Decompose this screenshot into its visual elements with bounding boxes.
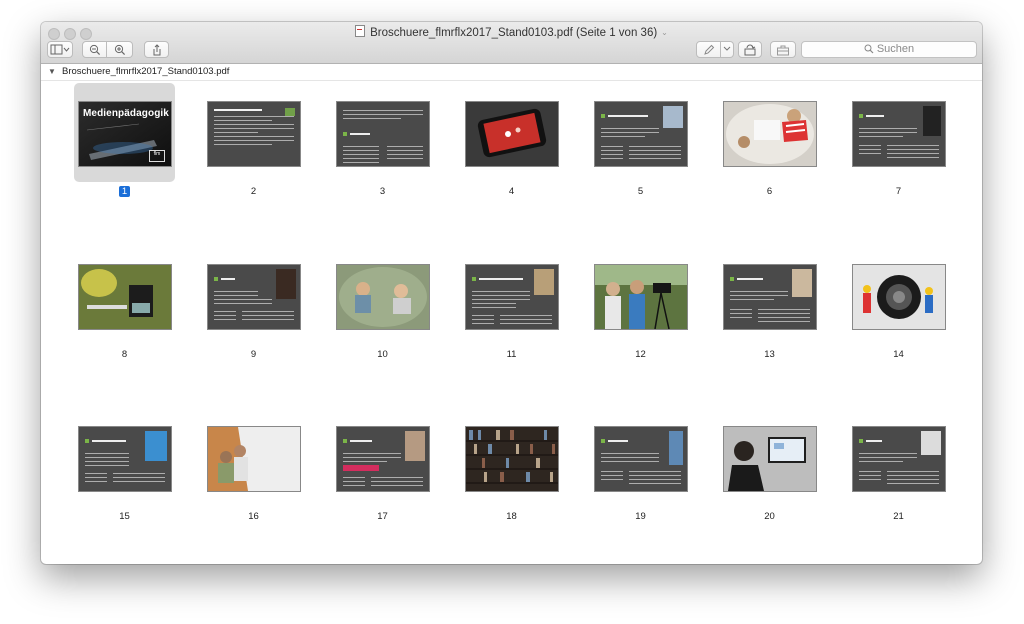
search-icon [864,44,874,54]
cover-title: Medienpädagogik [83,108,169,119]
page-number: 9 [250,349,257,360]
thumbnail-image [337,427,429,491]
page-thumbnail-18[interactable]: 18 [461,408,569,522]
page-number: 6 [766,186,773,197]
page-thumbnail-17[interactable]: 17 [332,408,440,522]
thumbnail-image [724,265,816,329]
zoom-out-icon [89,44,100,56]
page-number: 20 [764,511,775,522]
logo: flm [149,150,165,162]
page-number: 11 [506,349,517,360]
page-thumbnail-11[interactable]: 11 [461,246,569,360]
page-number: 17 [377,511,388,522]
rotate-icon [744,44,756,56]
page-number: 16 [248,511,259,522]
share-icon [153,44,160,56]
toolbox-icon [777,45,789,56]
page-number: 18 [506,511,517,522]
thumbnail-image [466,102,558,166]
thumbnail-grid: Medienpädagogik flm 1 2 3 4 5 6 7 8 9 10… [41,81,982,564]
search-placeholder: Suchen [876,43,915,55]
window-title: Broschuere_flmrflx2017_Stand0103.pdf (Se… [370,27,658,39]
thumbnail-image [337,102,429,166]
page-number: 3 [379,186,386,197]
search-field[interactable]: Suchen [801,41,977,58]
title-menu-chevron-icon[interactable]: ⌄ [661,28,668,37]
share-button[interactable] [144,41,169,58]
thumbnail-image [595,102,687,166]
page-thumbnail-10[interactable]: 10 [332,246,440,360]
thumbnail-image [337,265,429,329]
markup-menu-button[interactable] [721,41,734,58]
page-thumbnail-20[interactable]: 20 [719,408,827,522]
sidebar-icon [50,44,70,55]
thumbnail-image: Medienpädagogik flm [79,102,171,166]
zoom-out-button[interactable] [82,41,107,58]
page-number: 15 [119,511,130,522]
markup-pen-button[interactable] [696,41,721,58]
page-number: 14 [893,349,904,360]
thumbnail-image [853,265,945,329]
page-thumbnail-21[interactable]: 21 [848,408,956,522]
thumbnail-image [724,102,816,166]
page-thumbnail-8[interactable]: 8 [74,246,182,360]
page-number: 2 [250,186,257,197]
document-name: Broschuere_flmrflx2017_Stand0103.pdf [62,66,230,77]
page-number: 5 [637,186,644,197]
page-thumbnail-1[interactable]: Medienpädagogik flm 1 [74,83,182,198]
pen-icon [703,44,714,55]
page-thumbnail-16[interactable]: 16 [203,408,311,522]
chevron-down-icon [723,46,731,51]
thumbnail-image [853,427,945,491]
sidebar-toggle-button[interactable] [47,41,73,58]
page-number: 21 [893,511,904,522]
pdf-document-icon [355,25,366,37]
thumbnail-image [208,427,300,491]
page-thumbnail-6[interactable]: 6 [719,83,827,197]
markup-toolbar-button[interactable] [770,41,796,58]
page-thumbnail-9[interactable]: 9 [203,246,311,360]
thumbnail-image [79,427,171,491]
title-bar: Broschuere_flmrflx2017_Stand0103.pdf (Se… [41,22,982,64]
thumbnail-image [595,265,687,329]
preview-window: Broschuere_flmrflx2017_Stand0103.pdf (Se… [41,22,982,564]
thumbnail-image [208,102,300,166]
zoom-in-button[interactable] [107,41,133,58]
page-thumbnail-2[interactable]: 2 [203,83,311,197]
page-number: 7 [895,186,902,197]
page-number: 13 [764,349,775,360]
page-number: 1 [74,186,175,198]
page-thumbnail-13[interactable]: 13 [719,246,827,360]
page-thumbnail-14[interactable]: 14 [848,246,956,360]
document-header: ▼ Broschuere_flmrflx2017_Stand0103.pdf [41,64,982,81]
page-thumbnail-15[interactable]: 15 [74,408,182,522]
page-thumbnail-19[interactable]: 19 [590,408,698,522]
window-title-area[interactable]: Broschuere_flmrflx2017_Stand0103.pdf (Se… [41,25,982,41]
page-number: 10 [377,349,388,360]
thumbnail-image [79,265,171,329]
disclosure-triangle-icon[interactable]: ▼ [48,64,56,80]
page-thumbnail-12[interactable]: 12 [590,246,698,360]
thumbnail-image [466,265,558,329]
zoom-in-icon [114,44,125,56]
thumbnail-image [595,427,687,491]
page-thumbnail-5[interactable]: 5 [590,83,698,197]
page-number: 4 [508,186,515,197]
thumbnail-image [724,427,816,491]
thumbnail-image [466,427,558,491]
page-number: 19 [635,511,646,522]
page-number: 12 [635,349,646,360]
page-thumbnail-4[interactable]: 4 [461,83,569,197]
rotate-button[interactable] [738,41,762,58]
page-number: 8 [121,349,128,360]
page-thumbnail-3[interactable]: 3 [332,83,440,197]
page-thumbnail-7[interactable]: 7 [848,83,956,197]
thumbnail-image [208,265,300,329]
thumbnail-image [853,102,945,166]
